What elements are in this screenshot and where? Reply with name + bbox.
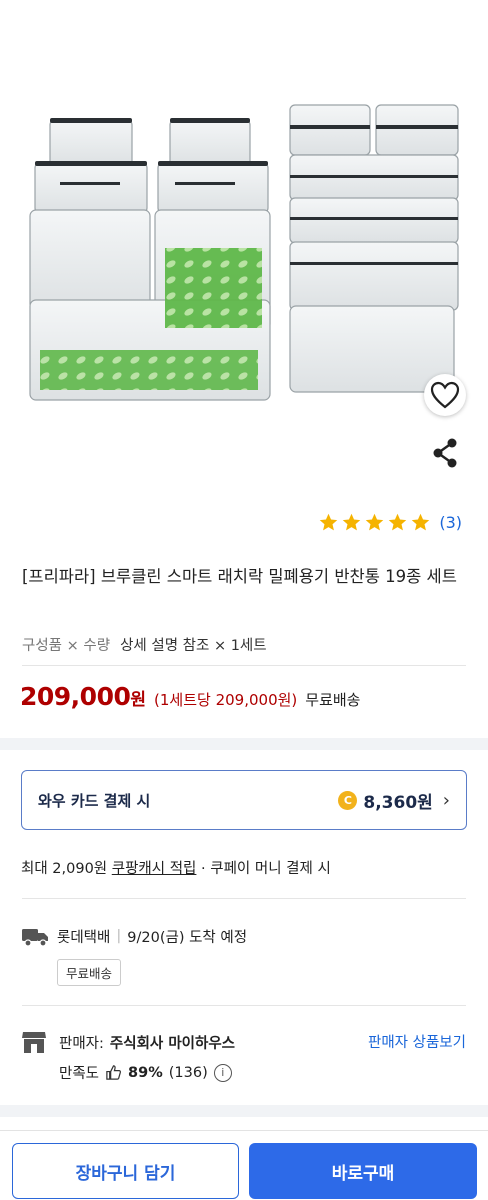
info-icon[interactable]: i: [213, 1063, 232, 1082]
satisfaction-count: (136): [168, 1064, 208, 1081]
divider: [22, 665, 466, 666]
share-icon: [433, 438, 457, 468]
chevron-right-icon: ›: [442, 789, 450, 811]
satisfaction-row: 만족도 89% (136) i: [59, 1062, 232, 1083]
shop-icon: [22, 1032, 46, 1053]
delivery-row: 롯데택배 | 9/20(금) 도착 예정: [21, 925, 247, 947]
seller-products-link[interactable]: 판매자 상품보기: [368, 1031, 466, 1052]
bottom-action-bar: 장바구니 담기 바로구매: [0, 1130, 488, 1200]
card-benefit-value: C 8,360원 ›: [338, 788, 450, 813]
section-band: [0, 1105, 488, 1117]
star-icon: [320, 513, 338, 531]
truck-icon: [22, 929, 48, 947]
star-icon: [343, 513, 361, 531]
divider: [22, 1005, 466, 1006]
divider: [22, 898, 466, 899]
wow-card-benefit[interactable]: 와우 카드 결제 시 C 8,360원 ›: [21, 770, 467, 830]
buy-now-button[interactable]: 바로구매: [249, 1143, 477, 1199]
product-photo: [29, 104, 459, 401]
price-amount: 209,000: [20, 682, 131, 711]
add-to-cart-button[interactable]: 장바구니 담기: [12, 1143, 239, 1199]
seller-row: 판매자: 주식회사 마이하우스: [21, 1030, 235, 1054]
option-row: 구성품 × 수량 상세 설명 참조 × 1세트: [22, 634, 267, 655]
star-icon: [412, 513, 430, 531]
review-count[interactable]: (3): [439, 513, 462, 532]
cash-reward-row: 최대 2,090원 쿠팡캐시 적립 · 쿠페이 머니 결제 시: [21, 857, 331, 878]
seller-label: 판매자:: [59, 1035, 104, 1052]
card-benefit-label: 와우 카드 결제 시: [38, 791, 151, 810]
wishlist-button[interactable]: [424, 374, 466, 416]
product-page: (3) [프리파라] 브루클린 스마트 래치락 밀폐용기 반찬통 19종 세트 …: [0, 0, 488, 1200]
rating[interactable]: (3): [318, 512, 462, 533]
option-key: 구성품 × 수량: [22, 638, 111, 654]
share-button[interactable]: [424, 432, 466, 474]
card-benefit-amount: 8,360원: [363, 792, 433, 813]
separator: |: [116, 928, 122, 944]
product-title: [프리파라] 브루클린 스마트 래치락 밀폐용기 반찬통 19종 세트: [22, 567, 457, 586]
heart-icon: [430, 381, 460, 409]
thumbs-up-icon: [106, 1065, 122, 1080]
star-icon: [389, 513, 407, 531]
free-shipping-badge: 무료배송: [57, 959, 122, 986]
seller-name: 주식회사 마이하우스: [109, 1035, 236, 1052]
product-image[interactable]: [0, 0, 488, 500]
price-currency: 원: [130, 690, 147, 710]
option-value: 상세 설명 참조 × 1세트: [120, 638, 267, 654]
satisfaction-percent: 89%: [128, 1064, 163, 1081]
coupang-cash-link[interactable]: 쿠팡캐시 적립: [112, 861, 197, 877]
satisfaction-label: 만족도: [59, 1066, 100, 1082]
coin-icon: C: [338, 790, 358, 810]
carrier-name: 롯데택배: [57, 929, 111, 946]
unit-price: (1세트당 209,000원): [154, 691, 298, 709]
section-band: [0, 738, 488, 750]
cash-prefix: 최대 2,090원: [21, 861, 112, 877]
cash-suffix: · 쿠페이 머니 결제 시: [196, 861, 331, 877]
price-row: 209,000 원 (1세트당 209,000원) 무료배송: [20, 682, 360, 711]
shipping-label: 무료배송: [305, 691, 361, 709]
delivery-eta: 9/20(금) 도착 예정: [127, 929, 248, 946]
star-icon: [366, 513, 384, 531]
